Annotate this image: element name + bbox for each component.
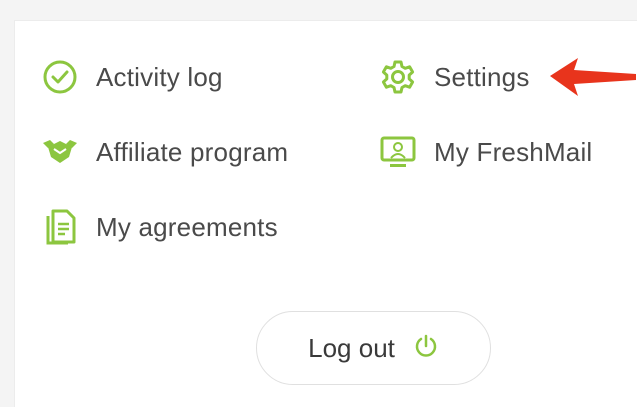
menu-item-affiliate-program[interactable]: Affiliate program [40, 132, 288, 172]
gear-icon [378, 57, 418, 97]
monitor-icon [378, 132, 418, 172]
annotation-arrow-icon [550, 58, 636, 96]
document-icon [40, 207, 80, 247]
handshake-icon [40, 132, 80, 172]
logout-label: Log out [308, 332, 395, 363]
power-icon [413, 333, 439, 364]
menu-item-label: My agreements [96, 211, 278, 242]
menu-item-my-freshmail[interactable]: My FreshMail [378, 132, 592, 172]
check-circle-icon [40, 57, 80, 97]
menu-item-label: Settings [434, 61, 530, 92]
menu-item-settings[interactable]: Settings [378, 57, 530, 97]
menu-item-label: Affiliate program [96, 136, 289, 167]
menu-item-my-agreements[interactable]: My agreements [40, 207, 278, 247]
page: Activity log Settings Affiliate program [0, 0, 637, 407]
menu-item-label: My FreshMail [434, 136, 593, 167]
menu-item-activity-log[interactable]: Activity log [40, 57, 223, 97]
menu-item-label: Activity log [96, 61, 223, 92]
logout-button[interactable]: Log out [256, 311, 491, 385]
